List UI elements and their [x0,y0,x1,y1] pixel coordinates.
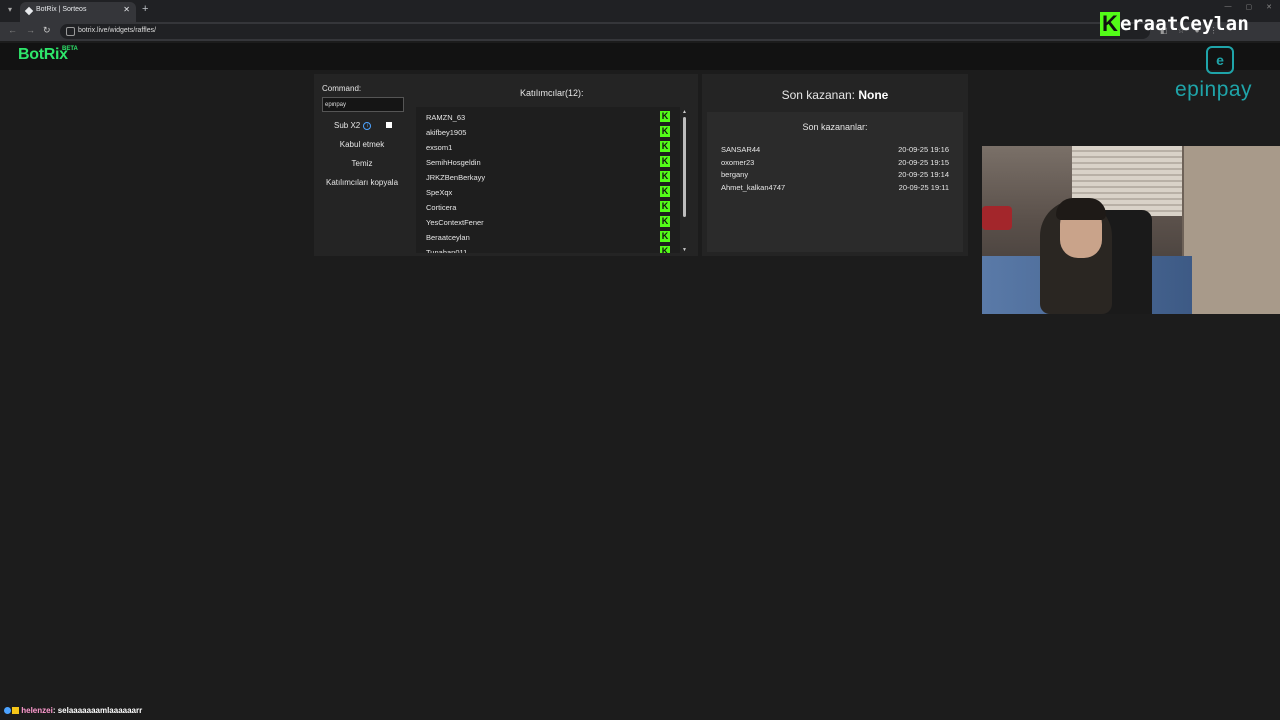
browser-toolbar: ← → ↻ botrix.live/widgets/raffles/ ◧ ☆ ●… [0,22,1280,41]
kick-platform-icon: K [660,156,670,167]
winner-name: bergany [721,170,749,179]
url-text[interactable]: botrix.live/widgets/raffles/ [78,27,156,34]
winner-time: 20-09-25 19:14 [898,170,949,179]
kick-platform-icon: K [660,186,670,197]
winners-panel: Son kazanan: None Son kazananlar: SANSAR… [702,74,968,256]
winner-name: oxomer23 [721,157,755,167]
epinpay-logo-icon: e [1206,46,1234,74]
kick-platform-icon: K [660,216,670,227]
scrollbar-thumb[interactable] [683,117,686,217]
back-arrow-icon[interactable]: ← [8,25,17,35]
participant-row: Beraatceylan K [416,229,680,244]
chat-badge-icon [4,707,11,714]
window-controls: — ▢ ✕ [1225,3,1273,11]
new-tab-icon[interactable]: + [142,3,148,15]
tab-list-chevron-icon[interactable]: ▾ [4,4,16,16]
clear-button[interactable]: Temiz [322,159,402,168]
maximize-icon[interactable]: ▢ [1246,3,1253,11]
chat-username: helenzei [21,706,53,715]
webcam-feed [982,146,1280,314]
chat-text: : selaaaaaaamlaaaaaarr [52,706,143,715]
participant-name: SpeXqx [426,188,453,197]
participant-name: Beraatceylan [426,233,470,242]
winner-time: 20-09-25 19:16 [898,145,949,154]
info-icon[interactable]: i [363,121,372,130]
winner-time: 20-09-25 19:11 [898,182,949,192]
participant-name: akifbey1905 [426,128,467,137]
scroll-down-arrow-icon[interactable]: ▼ [682,247,687,253]
participant-row: Corticera K [416,199,680,214]
beta-badge: BETA [62,46,78,52]
winner-name: Ahmet_kalkan4747 [721,182,786,192]
chat-badge-icon [12,707,19,714]
kick-platform-icon: K [660,141,670,152]
participant-row: Tunahan011 K [416,244,680,253]
copy-participants-button[interactable]: Katılımcıları kopyala [322,178,402,187]
kick-platform-icon: K [660,111,670,122]
raffle-panel: Command: Sub X2i Kabul etmek Temiz Katıl… [314,74,698,256]
participant-name: Corticera [426,203,457,212]
kick-logo-icon: K [1100,12,1120,36]
kick-platform-icon: K [660,231,670,242]
participant-row: RAMZN_63 K [416,109,680,124]
app-header: BotRix BETA [0,43,1280,70]
participants-title: Katılımcılar(12): [520,88,584,98]
streamer-name: eraatCeylan [1120,13,1250,35]
sub-x2-label: Sub X2 i [334,121,372,130]
participants-scrollbar[interactable]: ▲ ▼ [682,109,688,253]
accept-button[interactable]: Kabul etmek [322,140,402,149]
last-winner: Son kazanan: None [702,88,968,102]
browser-tab[interactable]: BotRix | Sorteos ✕ [20,2,136,22]
command-label: Command: [322,84,362,93]
winner-name: SANSAR44 [721,145,761,154]
sub-x2-checkbox[interactable] [386,122,392,128]
command-input[interactable] [322,97,404,112]
browser-tabbar: ▾ BotRix | Sorteos ✕ + — ▢ ✕ [0,0,1280,22]
participant-row: YesContextFener K [416,214,680,229]
participant-name: Tunahan011 [426,248,468,253]
winner-row: oxomer23 20-09-25 19:15 [721,158,949,170]
winner-row: SANSAR44 20-09-25 19:16 [721,145,949,157]
participant-name: exsom1 [426,143,453,152]
participant-name: RAMZN_63 [426,113,466,122]
tab-title: BotRix | Sorteos [36,6,87,13]
participant-row: exsom1 K [416,139,680,154]
minimize-icon[interactable]: — [1225,3,1232,11]
winner-row: Ahmet_kalkan4747 20-09-25 19:11 [721,183,949,195]
tab-close-icon[interactable]: ✕ [123,5,130,14]
chat-message: helenzei: selaaaaaaamlaaaaaarr [4,706,142,715]
site-info-icon[interactable] [66,27,75,36]
last-winner-label: Son kazanan: [781,88,856,102]
botrix-favicon-icon [24,6,34,16]
winners-title: Son kazananlar: [802,122,868,132]
participant-row: SpeXqx K [416,184,680,199]
participant-row: SemihHosgeldin K [416,154,680,169]
last-winner-value: None [858,88,889,102]
participant-row: JRKZBenBerkayy K [416,169,680,184]
winner-row: bergany 20-09-25 19:14 [721,170,949,182]
participant-name: JRKZBenBerkayy [426,173,486,182]
sub-x2-text: Sub X2 [334,121,361,130]
participant-name: SemihHosgeldin [426,158,481,167]
address-bar[interactable]: botrix.live/widgets/raffles/ [60,24,1150,39]
winner-time: 20-09-25 19:15 [898,157,949,167]
kick-platform-icon: K [660,246,670,253]
participant-row: akifbey1905 K [416,124,680,139]
kick-platform-icon: K [660,126,670,137]
scroll-up-arrow-icon[interactable]: ▲ [682,109,687,115]
participants-list[interactable]: RAMZN_63 Kakifbey1905 Kexsom1 K SemihHosgeld… [416,107,680,253]
kick-platform-icon: K [660,201,670,212]
kick-platform-icon: K [660,171,670,182]
participant-name: YesContextFener [426,218,484,227]
botrix-logo[interactable]: BotRix [18,46,68,64]
forward-arrow-icon[interactable]: → [26,25,35,35]
sponsor-name: epinpay [1175,78,1253,101]
window-close-icon[interactable]: ✕ [1266,3,1272,11]
winners-list: Son kazananlar: SANSAR44 20-09-25 19:16 ox… [707,112,963,252]
reload-icon[interactable]: ↻ [43,25,51,36]
